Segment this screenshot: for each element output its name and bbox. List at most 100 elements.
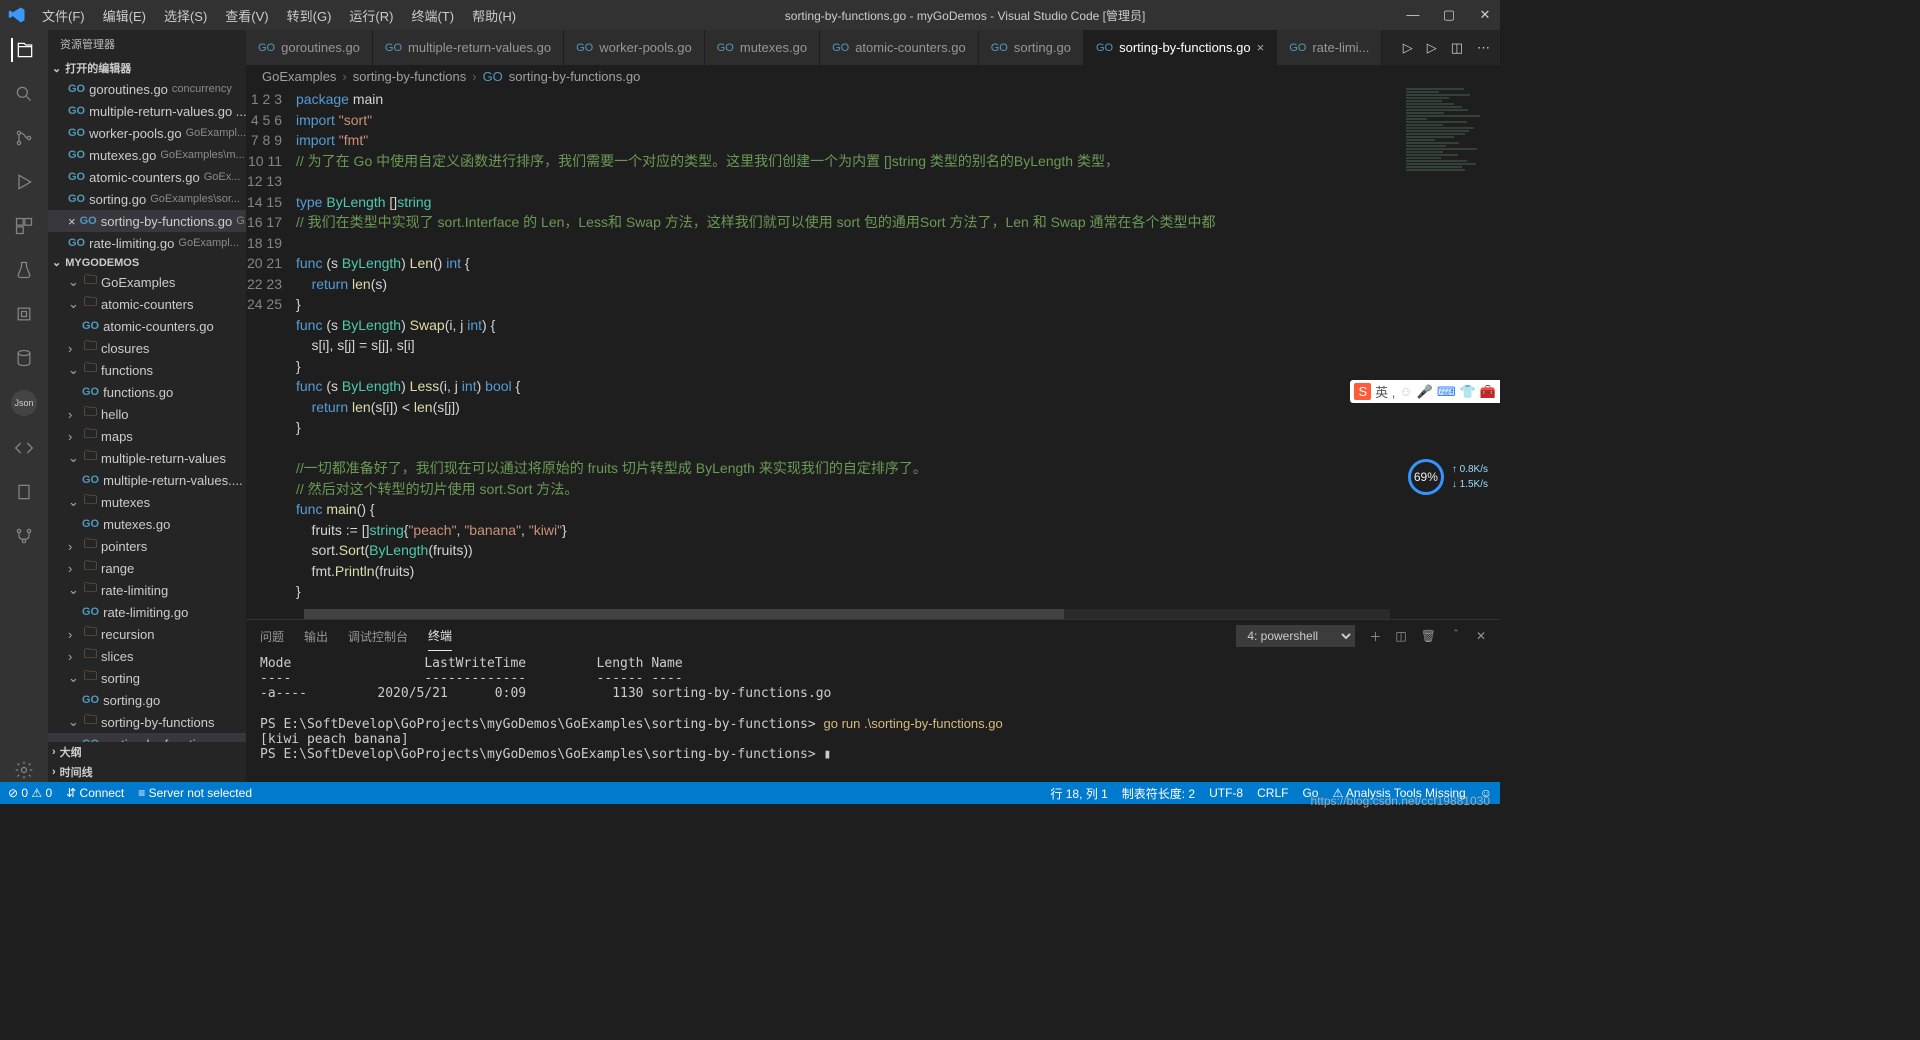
menu-item[interactable]: 查看(V) bbox=[217, 2, 276, 29]
open-editor-item[interactable]: GO rate-limiting.go GoExampl... bbox=[48, 232, 246, 254]
panel-tab[interactable]: 终端 bbox=[428, 621, 452, 651]
status-item[interactable]: 行 18, 列 1 bbox=[1050, 785, 1107, 802]
menu-item[interactable]: 文件(F) bbox=[34, 2, 93, 29]
open-editor-item[interactable]: GO goroutines.go concurrency bbox=[48, 78, 246, 100]
explorer-icon[interactable] bbox=[11, 38, 35, 62]
menu-item[interactable]: 转到(G) bbox=[279, 2, 340, 29]
file-item[interactable]: GO rate-limiting.go bbox=[48, 601, 246, 623]
editor-tab[interactable]: GOrate-limi... bbox=[1277, 30, 1382, 65]
run-icon[interactable]: ▷ bbox=[1403, 40, 1413, 56]
project-section[interactable]: ⌄MYGODEMOS bbox=[48, 254, 246, 271]
editor-tab[interactable]: GOsorting.go bbox=[979, 30, 1084, 65]
close-tab-icon[interactable]: × bbox=[1257, 40, 1265, 55]
menu-item[interactable]: 终端(T) bbox=[403, 2, 462, 29]
code-editor[interactable]: 1 2 3 4 5 6 7 8 9 10 11 12 13 14 15 16 1… bbox=[246, 87, 1500, 619]
ime-tool-icon[interactable]: 🧰 bbox=[1480, 384, 1496, 400]
kill-terminal-icon[interactable]: 🗑 bbox=[1421, 629, 1436, 643]
panel-tab[interactable]: 问题 bbox=[260, 622, 284, 651]
maximize-panel-icon[interactable]: ＾ bbox=[1450, 628, 1462, 645]
folder-item[interactable]: ⌄🗀 mutexes bbox=[48, 491, 246, 513]
close-panel-icon[interactable]: ✕ bbox=[1476, 629, 1486, 643]
json-icon[interactable]: Json bbox=[11, 390, 37, 416]
open-editor-item[interactable]: GO sorting.go GoExamples\sor... bbox=[48, 188, 246, 210]
split-terminal-icon[interactable]: ◫ bbox=[1395, 629, 1406, 643]
open-editor-item[interactable]: GO atomic-counters.go GoEx... bbox=[48, 166, 246, 188]
folder-item[interactable]: ›🗀 maps bbox=[48, 425, 246, 447]
editor-tab[interactable]: GOatomic-counters.go bbox=[820, 30, 979, 65]
folder-item[interactable]: ⌄🗀 sorting bbox=[48, 667, 246, 689]
status-item[interactable]: UTF-8 bbox=[1209, 786, 1243, 800]
open-editor-item[interactable]: GO worker-pools.go GoExampl... bbox=[48, 122, 246, 144]
menu-item[interactable]: 选择(S) bbox=[156, 2, 215, 29]
breadcrumb-item[interactable]: sorting-by-functions.go bbox=[509, 69, 641, 84]
breadcrumb[interactable]: GoExamples›sorting-by-functions›GO sorti… bbox=[246, 65, 1500, 87]
folder-item[interactable]: ⌄🗀 sorting-by-functions bbox=[48, 711, 246, 733]
status-item[interactable]: ≡ Server not selected bbox=[138, 786, 252, 800]
folder-item[interactable]: ⌄🗀 atomic-counters bbox=[48, 293, 246, 315]
open-editors-section[interactable]: ⌄打开的编辑器 bbox=[48, 58, 246, 78]
split-editor-icon[interactable]: ◫ bbox=[1451, 40, 1463, 56]
horizontal-scrollbar[interactable] bbox=[304, 609, 1390, 619]
folder-item[interactable]: ⌄🗀 multiple-return-values bbox=[48, 447, 246, 469]
source-control-icon[interactable] bbox=[12, 126, 36, 150]
ime-emoji-icon[interactable]: ☺ bbox=[1399, 384, 1412, 399]
file-item[interactable]: GO functions.go bbox=[48, 381, 246, 403]
database-icon[interactable] bbox=[12, 346, 36, 370]
ime-lang[interactable]: 英 , bbox=[1375, 382, 1395, 401]
extensions-icon[interactable] bbox=[12, 214, 36, 238]
terminal[interactable]: Mode LastWriteTime Length Name ---- ----… bbox=[246, 652, 1500, 782]
search-icon[interactable] bbox=[12, 82, 36, 106]
minimize-button[interactable]: — bbox=[1406, 7, 1420, 23]
more-icon[interactable]: ⋯ bbox=[1477, 40, 1490, 56]
nuget-icon[interactable] bbox=[12, 302, 36, 326]
run-debug-icon[interactable] bbox=[12, 170, 36, 194]
open-editor-item[interactable]: × GO sorting-by-functions.go G... bbox=[48, 210, 246, 232]
sidebar-section[interactable]: ›大纲 bbox=[48, 742, 246, 762]
run-icon[interactable]: ▷ bbox=[1427, 40, 1437, 56]
panel-tab[interactable]: 调试控制台 bbox=[348, 622, 408, 651]
minimap[interactable] bbox=[1400, 87, 1500, 207]
folder-item[interactable]: ⌄🗀 GoExamples bbox=[48, 271, 246, 293]
open-editor-item[interactable]: GO multiple-return-values.go ... bbox=[48, 100, 246, 122]
bookmark-icon[interactable] bbox=[12, 480, 36, 504]
file-item[interactable]: GO multiple-return-values.... bbox=[48, 469, 246, 491]
ime-keyboard-icon[interactable]: ⌨ bbox=[1437, 384, 1456, 400]
folder-item[interactable]: ›🗀 range bbox=[48, 557, 246, 579]
editor-tab[interactable]: GOmutexes.go bbox=[705, 30, 820, 65]
file-item[interactable]: GO atomic-counters.go bbox=[48, 315, 246, 337]
folder-item[interactable]: ›🗀 pointers bbox=[48, 535, 246, 557]
new-terminal-icon[interactable]: ＋ bbox=[1369, 628, 1381, 645]
status-item[interactable]: ⇵ Connect bbox=[66, 786, 124, 800]
file-item[interactable]: GO sorting-by-functions.go bbox=[48, 733, 246, 742]
editor-tab[interactable]: GOgoroutines.go bbox=[246, 30, 373, 65]
folder-item[interactable]: ›🗀 hello bbox=[48, 403, 246, 425]
test-icon[interactable] bbox=[12, 258, 36, 282]
breadcrumb-item[interactable]: GoExamples bbox=[262, 69, 336, 84]
open-editor-item[interactable]: GO mutexes.go GoExamples\m... bbox=[48, 144, 246, 166]
code-icon[interactable] bbox=[12, 436, 36, 460]
ime-skin-icon[interactable]: 👕 bbox=[1460, 384, 1476, 400]
sidebar-section[interactable]: ›时间线 bbox=[48, 762, 246, 782]
breadcrumb-item[interactable]: sorting-by-functions bbox=[353, 69, 466, 84]
menu-item[interactable]: 编辑(E) bbox=[95, 2, 154, 29]
editor-tab[interactable]: GOmultiple-return-values.go bbox=[373, 30, 564, 65]
status-item[interactable]: ⊘ 0 ⚠ 0 bbox=[8, 786, 52, 800]
editor-tab[interactable]: GOsorting-by-functions.go× bbox=[1084, 30, 1277, 65]
folder-item[interactable]: ⌄🗀 functions bbox=[48, 359, 246, 381]
folder-item[interactable]: ›🗀 closures bbox=[48, 337, 246, 359]
file-item[interactable]: GO sorting.go bbox=[48, 689, 246, 711]
panel-tab[interactable]: 输出 bbox=[304, 622, 328, 651]
status-item[interactable]: CRLF bbox=[1257, 786, 1288, 800]
folder-item[interactable]: ›🗀 recursion bbox=[48, 623, 246, 645]
menu-item[interactable]: 运行(R) bbox=[341, 2, 401, 29]
git-graph-icon[interactable] bbox=[12, 524, 36, 548]
settings-gear-icon[interactable] bbox=[12, 758, 36, 782]
ime-toolbar[interactable]: S 英 , ☺ 🎤 ⌨ 👕 🧰 bbox=[1350, 380, 1500, 403]
menu-item[interactable]: 帮助(H) bbox=[464, 2, 524, 29]
ime-mic-icon[interactable]: 🎤 bbox=[1417, 384, 1433, 400]
editor-tab[interactable]: GOworker-pools.go bbox=[564, 30, 705, 65]
folder-item[interactable]: ⌄🗀 rate-limiting bbox=[48, 579, 246, 601]
file-item[interactable]: GO mutexes.go bbox=[48, 513, 246, 535]
maximize-button[interactable]: ▢ bbox=[1442, 7, 1456, 23]
close-button[interactable]: ✕ bbox=[1478, 7, 1492, 23]
